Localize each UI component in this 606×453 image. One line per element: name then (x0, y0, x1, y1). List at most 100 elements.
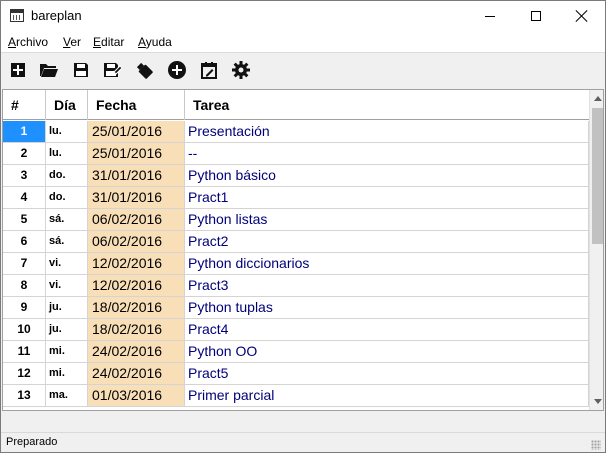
title-bar[interactable]: bareplan (1, 1, 605, 31)
add-task-button[interactable] (166, 59, 188, 81)
row-number-cell[interactable]: 1 (3, 121, 46, 142)
calendar-edit-icon (201, 62, 217, 79)
task-cell[interactable]: Python tuplas (185, 297, 589, 318)
vertical-scrollbar[interactable] (589, 90, 603, 410)
task-cell[interactable]: -- (185, 143, 589, 164)
day-cell[interactable]: ju. (46, 297, 88, 318)
app-window: bareplan Archivo Ver Editar Ayuda # Día … (0, 0, 606, 453)
date-cell[interactable]: 25/01/2016 (88, 143, 185, 164)
date-cell[interactable]: 12/02/2016 (88, 253, 185, 274)
task-cell[interactable]: Python listas (185, 209, 589, 230)
export-usb-button[interactable] (133, 59, 155, 81)
menu-ver[interactable]: Ver (63, 35, 81, 49)
date-cell[interactable]: 06/02/2016 (88, 209, 185, 230)
table-row[interactable]: 12 mi. 24/02/2016 Pract5 (3, 363, 589, 385)
day-cell[interactable]: vi. (46, 253, 88, 274)
scroll-thumb[interactable] (592, 108, 603, 244)
column-header-date[interactable]: Fecha (88, 90, 185, 120)
date-cell[interactable]: 12/02/2016 (88, 275, 185, 296)
row-number-cell[interactable]: 10 (3, 319, 46, 340)
date-cell[interactable]: 24/02/2016 (88, 363, 185, 384)
table-row[interactable]: 11 mi. 24/02/2016 Python OO (3, 341, 589, 363)
task-table: # Día Fecha Tarea 1 lu. 25/01/2016 Presenta… (2, 89, 604, 411)
task-cell[interactable]: Pract4 (185, 319, 589, 340)
row-number-cell[interactable]: 11 (3, 341, 46, 362)
day-cell[interactable]: lu. (46, 143, 88, 164)
minimize-button[interactable] (467, 1, 513, 31)
task-cell[interactable]: Pract3 (185, 275, 589, 296)
close-icon (576, 10, 588, 22)
row-number-cell[interactable]: 6 (3, 231, 46, 252)
task-cell[interactable]: Python OO (185, 341, 589, 362)
date-cell[interactable]: 06/02/2016 (88, 231, 185, 252)
row-number-cell[interactable]: 8 (3, 275, 46, 296)
row-number-cell[interactable]: 9 (3, 297, 46, 318)
table-row[interactable]: 2 lu. 25/01/2016 -- (3, 143, 589, 165)
column-header-day[interactable]: Día (46, 90, 88, 120)
scroll-down-button[interactable] (590, 393, 603, 410)
new-button[interactable] (7, 59, 29, 81)
task-cell[interactable]: Pract1 (185, 187, 589, 208)
day-cell[interactable]: do. (46, 187, 88, 208)
date-cell[interactable]: 01/03/2016 (88, 385, 185, 406)
save-button[interactable] (70, 59, 92, 81)
table-row[interactable]: 9 ju. 18/02/2016 Python tuplas (3, 297, 589, 319)
close-button[interactable] (559, 1, 605, 31)
date-cell[interactable]: 25/01/2016 (88, 121, 185, 142)
day-cell[interactable]: ju. (46, 319, 88, 340)
date-cell[interactable]: 24/02/2016 (88, 341, 185, 362)
date-cell[interactable]: 18/02/2016 (88, 297, 185, 318)
column-header-task[interactable]: Tarea (185, 90, 589, 120)
day-cell[interactable]: sá. (46, 209, 88, 230)
day-cell[interactable]: mi. (46, 341, 88, 362)
status-text: Preparado (6, 436, 58, 448)
row-number-cell[interactable]: 12 (3, 363, 46, 384)
settings-button[interactable] (230, 59, 252, 81)
table-row[interactable]: 1 lu. 25/01/2016 Presentación (3, 121, 589, 143)
task-cell[interactable]: Python diccionarios (185, 253, 589, 274)
row-number-cell[interactable]: 5 (3, 209, 46, 230)
scroll-up-icon (594, 96, 602, 101)
day-cell[interactable]: do. (46, 165, 88, 186)
row-number-cell[interactable]: 3 (3, 165, 46, 186)
scroll-up-button[interactable] (590, 90, 603, 107)
table-row[interactable]: 10 ju. 18/02/2016 Pract4 (3, 319, 589, 341)
day-cell[interactable]: ma. (46, 385, 88, 406)
date-cell[interactable]: 31/01/2016 (88, 165, 185, 186)
calendar-edit-button[interactable] (198, 59, 220, 81)
row-number-cell[interactable]: 13 (3, 385, 46, 406)
row-number-cell[interactable]: 7 (3, 253, 46, 274)
table-row[interactable]: 3 do. 31/01/2016 Python básico (3, 165, 589, 187)
table-row[interactable]: 5 sá. 06/02/2016 Python listas (3, 209, 589, 231)
save-as-button[interactable] (101, 59, 123, 81)
calendar-app-icon (10, 9, 24, 22)
date-cell[interactable]: 18/02/2016 (88, 319, 185, 340)
row-number-cell[interactable]: 4 (3, 187, 46, 208)
date-cell[interactable]: 31/01/2016 (88, 187, 185, 208)
save-icon (74, 63, 88, 77)
day-cell[interactable]: vi. (46, 275, 88, 296)
day-cell[interactable]: mi. (46, 363, 88, 384)
resize-grip[interactable] (591, 440, 601, 450)
table-row[interactable]: 4 do. 31/01/2016 Pract1 (3, 187, 589, 209)
task-cell[interactable]: Pract5 (185, 363, 589, 384)
status-bar: Preparado (1, 432, 605, 452)
open-button[interactable] (38, 59, 60, 81)
task-cell[interactable]: Primer parcial (185, 385, 589, 406)
table-row[interactable]: 7 vi. 12/02/2016 Python diccionarios (3, 253, 589, 275)
day-cell[interactable]: sá. (46, 231, 88, 252)
table-header: # Día Fecha Tarea (3, 90, 589, 120)
table-row[interactable]: 6 sá. 06/02/2016 Pract2 (3, 231, 589, 253)
menu-archivo[interactable]: Archivo (8, 35, 48, 49)
day-cell[interactable]: lu. (46, 121, 88, 142)
task-cell[interactable]: Presentación (185, 121, 589, 142)
task-cell[interactable]: Pract2 (185, 231, 589, 252)
menu-ayuda[interactable]: Ayuda (138, 35, 172, 49)
table-row[interactable]: 8 vi. 12/02/2016 Pract3 (3, 275, 589, 297)
menu-editar[interactable]: Editar (93, 35, 124, 49)
task-cell[interactable]: Python básico (185, 165, 589, 186)
maximize-button[interactable] (513, 1, 559, 31)
table-row[interactable]: 13 ma. 01/03/2016 Primer parcial (3, 385, 589, 407)
column-header-number[interactable]: # (3, 90, 46, 120)
row-number-cell[interactable]: 2 (3, 143, 46, 164)
